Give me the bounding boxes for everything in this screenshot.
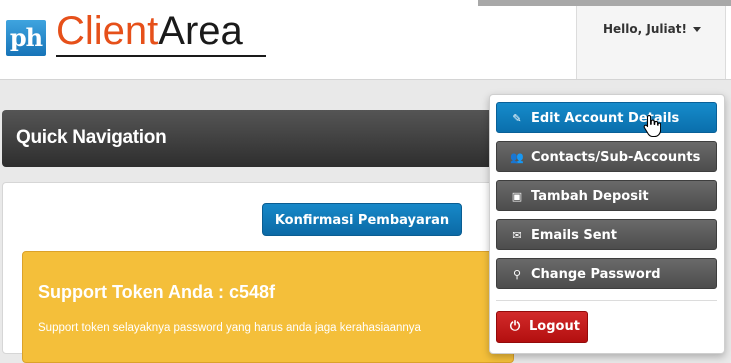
caret-down-icon	[692, 27, 701, 32]
menu-item-label: Tambah Deposit	[531, 189, 649, 204]
key-icon: ⚲	[512, 268, 522, 281]
logo-text-area: Area	[158, 9, 243, 53]
pencil-icon: ✎	[512, 112, 522, 125]
quick-navigation-bar: Quick Navigation	[2, 110, 512, 167]
menu-item-edit-account-details[interactable]: ✎ Edit Account Details	[496, 102, 717, 133]
support-token-title: Support Token Anda : c548f	[38, 282, 276, 302]
logo-mark: ph	[6, 20, 46, 56]
user-greeting[interactable]: Hello, Juliat!	[603, 22, 701, 36]
support-token-text: Support token selayaknya password yang h…	[38, 322, 421, 334]
power-icon: ⏻	[509, 319, 521, 334]
logo-text: ClientArea	[56, 6, 243, 56]
menu-item-label: Contacts/Sub-Accounts	[531, 150, 701, 165]
users-icon: 👥	[510, 151, 524, 164]
wallet-icon: ▣	[511, 190, 523, 203]
logout-label: Logout	[529, 319, 580, 334]
menu-item-label: Change Password	[531, 267, 661, 282]
logo-underline	[56, 55, 266, 57]
user-greeting-label: Hello, Juliat!	[603, 22, 687, 36]
menu-item-contacts-sub-accounts[interactable]: 👥 Contacts/Sub-Accounts	[496, 141, 717, 172]
user-menu-toggle[interactable]: Hello, Juliat!	[576, 6, 726, 79]
quick-navigation-title: Quick Navigation	[16, 127, 167, 148]
menu-item-tambah-deposit[interactable]: ▣ Tambah Deposit	[496, 180, 717, 211]
envelope-icon: ✉	[512, 229, 522, 242]
menu-item-label: Emails Sent	[531, 228, 618, 243]
support-token-alert	[22, 251, 514, 363]
logout-button[interactable]: ⏻ Logout	[496, 311, 588, 343]
logo-text-client: Client	[56, 9, 159, 53]
confirm-payment-button[interactable]: Konfirmasi Pembayaran	[262, 203, 462, 236]
menu-item-emails-sent[interactable]: ✉ Emails Sent	[496, 219, 717, 250]
hand-cursor-icon	[643, 114, 661, 138]
menu-item-change-password[interactable]: ⚲ Change Password	[496, 258, 717, 289]
menu-divider	[496, 300, 717, 301]
